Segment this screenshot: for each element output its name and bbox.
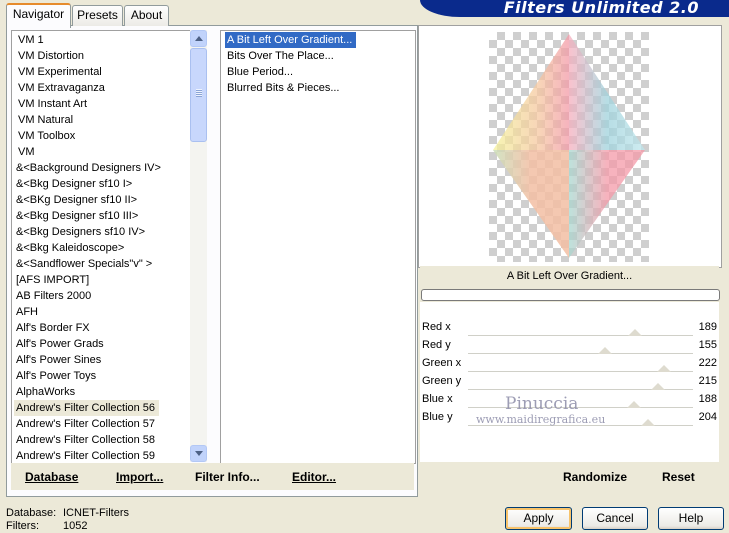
param-value: 222	[698, 357, 717, 369]
param-slider-thumb[interactable]	[626, 401, 641, 408]
category-item[interactable]: Andrew's Filter Collection 58	[14, 432, 159, 448]
category-item[interactable]: Alf's Power Toys	[14, 368, 100, 384]
preview-pane	[418, 25, 722, 268]
category-item[interactable]: VM Instant Art	[16, 96, 91, 112]
param-slider-thumb[interactable]	[641, 419, 655, 426]
watermark-url: www.maidiregrafica.eu	[476, 413, 606, 426]
category-item[interactable]: &<Background Designers IV>	[14, 160, 165, 176]
category-item[interactable]: Alf's Power Grads	[14, 336, 108, 352]
tab-about[interactable]: About	[124, 5, 169, 26]
param-slider-thumb[interactable]	[597, 347, 612, 354]
param-label: Blue x	[422, 393, 453, 405]
param-slider-track[interactable]	[468, 353, 693, 354]
database-button[interactable]: Database	[25, 470, 78, 484]
category-item[interactable]: &<Bkg Kaleidoscope>	[14, 240, 128, 256]
category-item[interactable]: Andrew's Filter Collection 56	[14, 400, 160, 416]
filter-item[interactable]: Blue Period...	[225, 64, 297, 80]
param-row[interactable]: Green y 215	[420, 373, 719, 391]
param-label: Red x	[422, 321, 451, 333]
param-row[interactable]: Red x 189	[420, 319, 719, 337]
category-list[interactable]: VM 1 VM Distortion VM Experimental VM Extra…	[11, 30, 192, 464]
category-item[interactable]: AB Filters 2000	[14, 288, 95, 304]
status-filters-value: 1052	[63, 520, 88, 532]
import-button[interactable]: Import...	[116, 470, 163, 484]
tab-navigator[interactable]: Navigator	[6, 3, 71, 28]
scroll-down-button[interactable]	[190, 445, 207, 462]
category-item[interactable]: VM Extravaganza	[16, 80, 109, 96]
category-item[interactable]: VM Toolbox	[16, 128, 79, 144]
scroll-thumb[interactable]	[190, 48, 207, 142]
category-item[interactable]: AFH	[14, 304, 42, 320]
title-banner: Filters Unlimited 2.0	[420, 0, 729, 17]
category-item[interactable]: VM Natural	[16, 112, 77, 128]
navigator-toolbar: Database Import... Filter Info... Editor…	[11, 463, 414, 490]
cancel-button[interactable]: Cancel	[582, 507, 648, 530]
category-item[interactable]: &<Bkg Designer sf10 I>	[14, 176, 136, 192]
category-item[interactable]: &<Bkg Designer sf10 III>	[14, 208, 142, 224]
status-filters-label: Filters:	[6, 520, 39, 532]
param-value: 155	[698, 339, 717, 351]
param-value: 188	[698, 393, 717, 405]
parameter-panel: Red x 189 Red y 155 Green x 222 Green y 215 Blue…	[420, 302, 719, 462]
reset-button[interactable]: Reset	[662, 470, 695, 484]
banner-title: Filters Unlimited 2.0	[503, 0, 699, 17]
category-item[interactable]: AlphaWorks	[14, 384, 79, 400]
param-label: Blue y	[422, 411, 453, 423]
param-slider-track[interactable]	[468, 407, 693, 408]
category-item[interactable]: Alf's Power Sines	[14, 352, 105, 368]
param-slider-thumb[interactable]	[656, 365, 671, 372]
category-item[interactable]: &<Bkg Designers sf10 IV>	[14, 224, 149, 240]
param-row[interactable]: Green x 222	[420, 355, 719, 373]
category-scrollbar[interactable]	[190, 30, 207, 462]
filter-list[interactable]: A Bit Left Over Gradient... Bits Over The…	[220, 30, 416, 464]
category-item[interactable]: VM Distortion	[16, 48, 88, 64]
param-slider-thumb[interactable]	[650, 383, 665, 390]
param-value: 204	[698, 411, 717, 423]
status-database-value: ICNET-Filters	[63, 507, 129, 519]
param-label: Green x	[422, 357, 462, 369]
filter-item[interactable]: Bits Over The Place...	[225, 48, 338, 64]
param-value: 189	[698, 321, 717, 333]
param-label: Red y	[422, 339, 451, 351]
param-slider-thumb[interactable]	[627, 329, 642, 336]
preview-filter-name: A Bit Left Over Gradient...	[420, 266, 719, 286]
category-item[interactable]: &<Sandflower Specials"v" >	[14, 256, 156, 272]
scroll-up-button[interactable]	[190, 30, 207, 47]
category-item[interactable]: Andrew's Filter Collection 57	[14, 416, 159, 432]
category-item[interactable]: VM	[16, 144, 39, 160]
progress-bar	[421, 289, 720, 301]
watermark-text: Pinuccia	[505, 394, 579, 414]
help-button[interactable]: Help	[658, 507, 724, 530]
status-database-label: Database:	[6, 507, 57, 519]
param-row[interactable]: Red y 155	[420, 337, 719, 355]
apply-button[interactable]: Apply	[505, 507, 572, 530]
category-item[interactable]: &<BKg Designer sf10 II>	[14, 192, 141, 208]
tab-presets[interactable]: Presets	[72, 5, 123, 26]
category-item[interactable]: [AFS IMPORT]	[14, 272, 93, 288]
category-item[interactable]: VM Experimental	[16, 64, 106, 80]
param-value: 215	[698, 375, 717, 387]
param-slider-track[interactable]	[468, 335, 693, 336]
category-item[interactable]: Alf's Border FX	[14, 320, 94, 336]
preview-gradient-image	[493, 34, 645, 258]
randomize-button[interactable]: Randomize	[563, 470, 627, 484]
preview-toolbar: Randomize Reset	[418, 463, 720, 490]
filter-info-button[interactable]: Filter Info...	[195, 470, 260, 484]
filter-item[interactable]: Blurred Bits & Pieces...	[225, 80, 344, 96]
param-label: Green y	[422, 375, 462, 387]
filter-item[interactable]: A Bit Left Over Gradient...	[223, 31, 358, 49]
category-item[interactable]: Andrew's Filter Collection 59	[14, 448, 159, 463]
editor-button[interactable]: Editor...	[292, 470, 336, 484]
category-item[interactable]: VM 1	[16, 32, 48, 48]
